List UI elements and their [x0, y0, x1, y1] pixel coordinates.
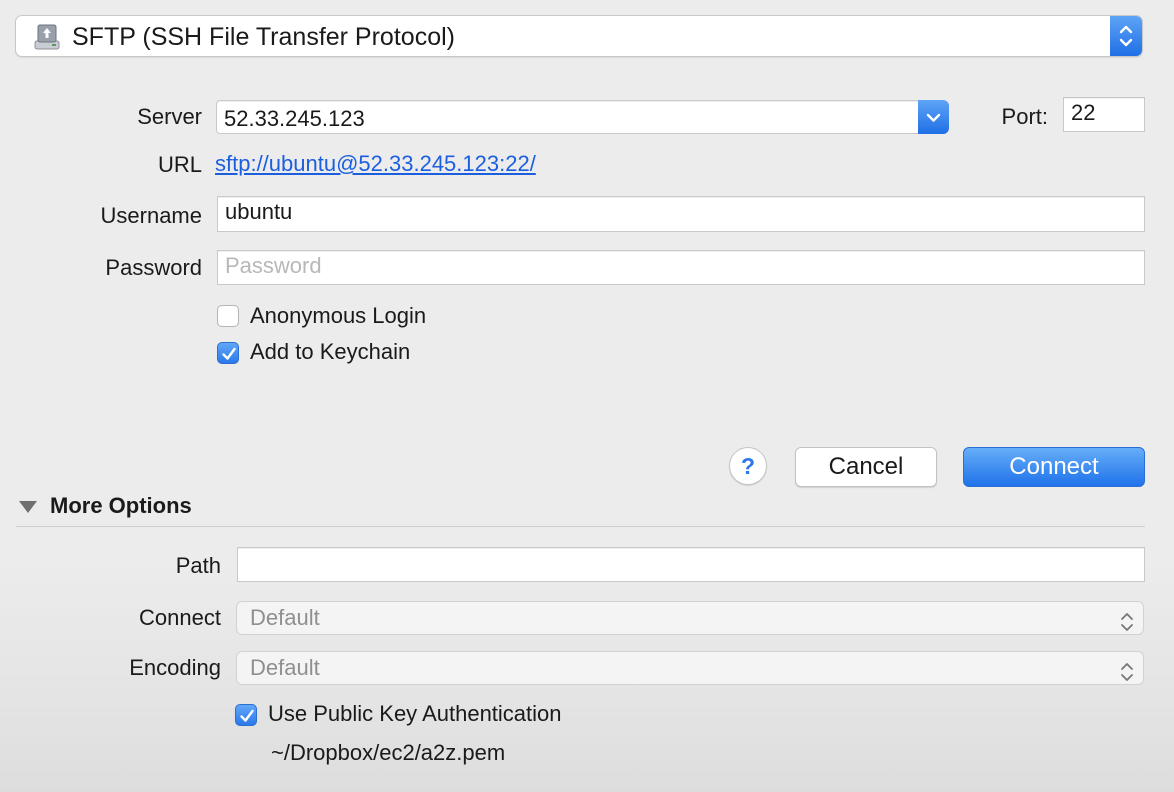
chevron-down-icon	[926, 113, 941, 122]
more-options-heading[interactable]: More Options	[50, 493, 192, 519]
url-label: URL	[157, 152, 202, 177]
cancel-button[interactable]: Cancel	[795, 447, 937, 487]
protocol-stepper[interactable]	[1110, 16, 1142, 56]
public-key-label[interactable]: Use Public Key Authentication	[268, 701, 562, 727]
updown-chevron-icon	[1120, 609, 1134, 641]
disclosure-triangle-icon[interactable]	[18, 499, 38, 520]
password-field[interactable]: Password	[217, 250, 1145, 285]
connect-button[interactable]: Connect	[963, 447, 1145, 487]
add-to-keychain-label[interactable]: Add to Keychain	[250, 339, 410, 365]
encoding-value: Default	[250, 655, 320, 680]
checkmark-icon	[222, 347, 236, 360]
server-label: Server	[137, 104, 202, 129]
username-field[interactable]: ubuntu	[217, 196, 1145, 232]
port-field[interactable]: 22	[1063, 97, 1145, 132]
port-label: Port:	[1001, 104, 1048, 129]
checkmark-icon	[240, 709, 254, 722]
protocol-popup[interactable]: SFTP (SSH File Transfer Protocol)	[15, 15, 1143, 57]
encoding-label: Encoding	[129, 655, 221, 680]
protocol-label: SFTP (SSH File Transfer Protocol)	[72, 23, 455, 51]
public-key-checkbox[interactable]	[235, 704, 257, 726]
private-key-path: ~/Dropbox/ec2/a2z.pem	[271, 740, 506, 765]
add-to-keychain-checkbox[interactable]	[217, 342, 239, 364]
password-label: Password	[105, 255, 202, 280]
path-label: Path	[175, 553, 221, 578]
updown-chevron-icon	[1120, 659, 1134, 691]
anonymous-login-label[interactable]: Anonymous Login	[250, 303, 426, 329]
connect-mode-select[interactable]: Default	[236, 601, 1144, 635]
connect-mode-value: Default	[250, 605, 320, 630]
url-link[interactable]: sftp://ubuntu@52.33.245.123:22/	[215, 151, 536, 177]
server-dropdown-button[interactable]	[918, 100, 949, 134]
help-button[interactable]: ?	[729, 447, 767, 485]
section-divider	[16, 526, 1145, 527]
server-value[interactable]: 52.33.245.123	[224, 104, 365, 134]
anonymous-login-checkbox[interactable]	[217, 305, 239, 327]
encoding-select[interactable]: Default	[236, 651, 1144, 685]
connect-mode-label: Connect	[139, 605, 221, 630]
path-field[interactable]	[237, 547, 1145, 582]
drive-icon	[32, 23, 62, 51]
username-label: Username	[100, 203, 202, 228]
